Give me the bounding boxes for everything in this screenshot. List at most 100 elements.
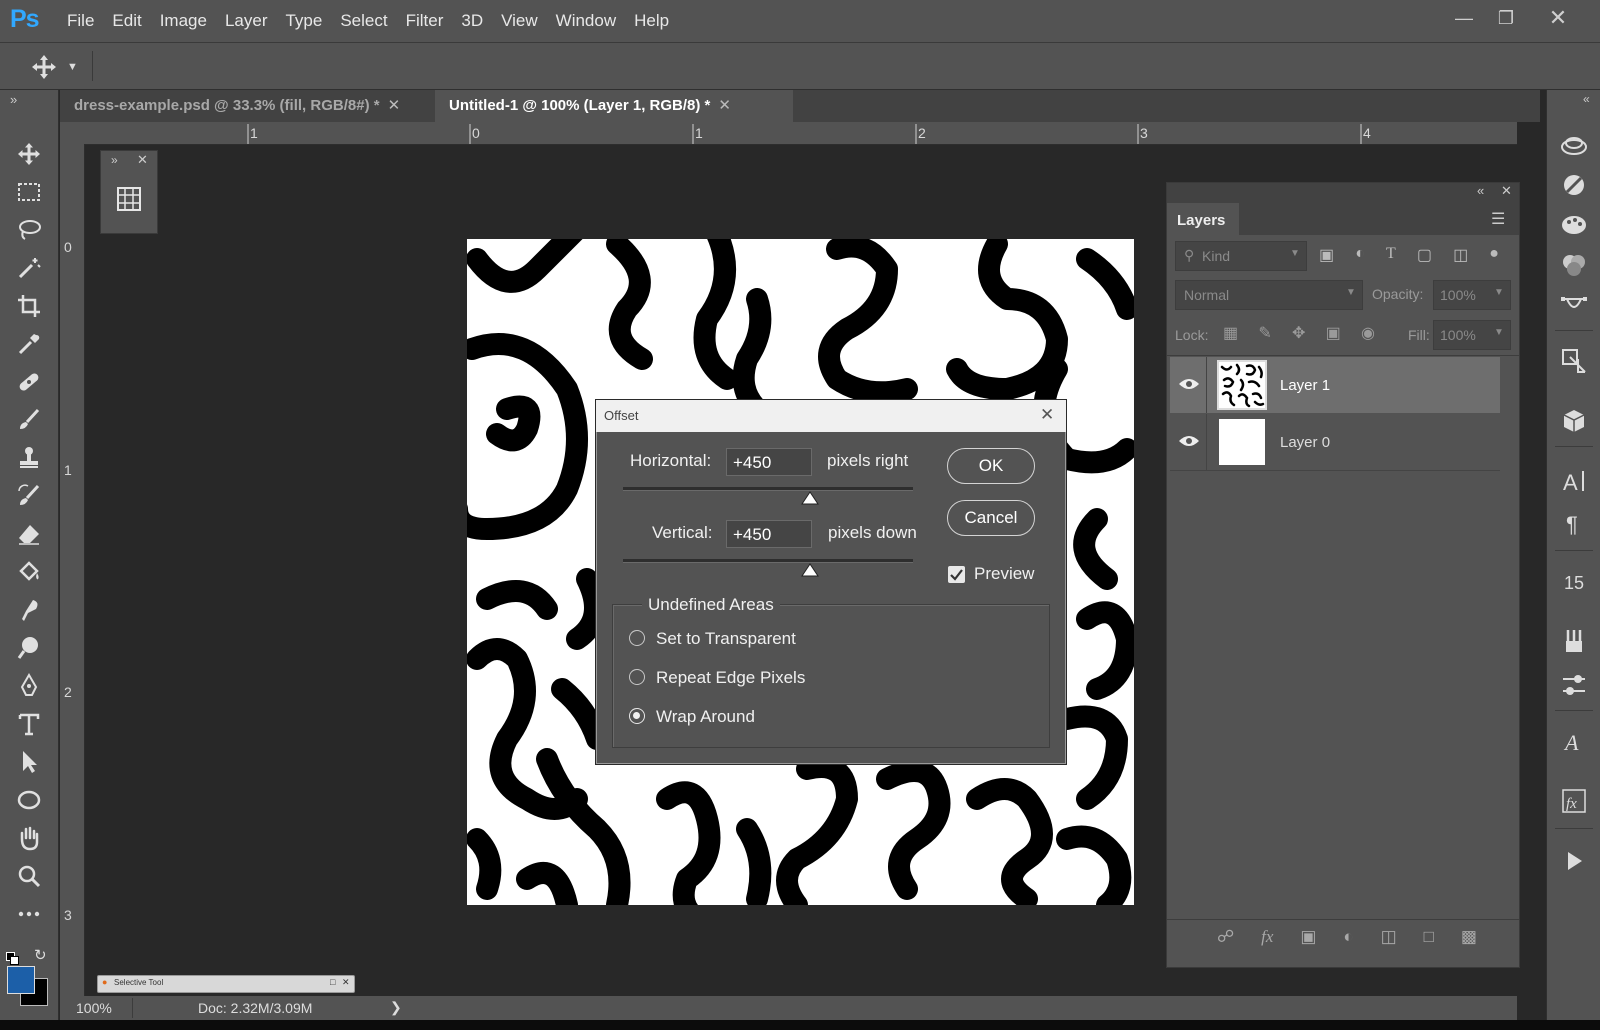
paragraph-icon[interactable]: ¶ [1547, 504, 1600, 542]
image-filter-icon[interactable]: ▣ [1319, 245, 1334, 267]
zoom-tool-icon[interactable] [0, 858, 58, 894]
opacity-input[interactable]: 100% ▼ [1433, 280, 1511, 310]
history-brush-tool-icon[interactable] [0, 478, 58, 514]
menu-view[interactable]: View [492, 0, 547, 42]
adjustment-filter-icon[interactable]: ◐ [1355, 245, 1365, 267]
radio-wrap-around[interactable] [629, 708, 645, 724]
collapse-icon[interactable]: « [1477, 183, 1484, 198]
adjustments-icon[interactable] [1547, 166, 1600, 204]
expand-toolbar-icon[interactable]: » [10, 92, 17, 107]
menu-edit[interactable]: Edit [103, 0, 150, 42]
paint-bucket-tool-icon[interactable] [0, 554, 58, 590]
lock-transparent-icon[interactable]: ▦ [1223, 323, 1238, 345]
lock-all-icon[interactable]: ◉ [1361, 323, 1375, 345]
menu-select[interactable]: Select [331, 0, 396, 42]
shape-filter-icon[interactable]: ▢ [1417, 245, 1432, 267]
magic-wand-tool-icon[interactable] [0, 250, 58, 286]
close-icon[interactable]: ✕ [137, 152, 148, 168]
vertical-input[interactable]: +450 [726, 520, 812, 548]
smart-object-filter-icon[interactable]: ◫ [1453, 245, 1468, 267]
radio-repeat-edge[interactable] [629, 669, 645, 685]
history-icon[interactable] [1547, 342, 1600, 380]
selective-tool-window[interactable]: ● Selective Tool □ ✕ [97, 975, 355, 993]
fill-input[interactable]: 100% ▼ [1433, 320, 1511, 350]
vertical-slider[interactable] [623, 559, 913, 563]
folder-icon[interactable]: ◫ [1381, 927, 1397, 951]
blend-mode-select[interactable]: Normal ▼ [1175, 280, 1363, 310]
horizontal-slider-thumb[interactable] [801, 491, 819, 507]
close-icon[interactable]: ✕ [1040, 405, 1054, 425]
zoom-level[interactable]: 100% [76, 1000, 112, 1016]
eyedropper-tool-icon[interactable] [0, 326, 58, 362]
tab-untitled-1[interactable]: Untitled-1 @ 100% (Layer 1, RGB/8) * ✕ [435, 90, 793, 122]
close-icon[interactable]: ✕ [342, 977, 350, 988]
type-filter-icon[interactable]: T [1386, 245, 1396, 267]
kind-filter-select[interactable]: ⚲ Kind ▼ [1175, 241, 1307, 271]
tab-dress-example[interactable]: dress-example.psd @ 33.3% (fill, RGB/8#)… [60, 90, 461, 122]
menu-layer[interactable]: Layer [216, 0, 277, 42]
actions-icon[interactable] [1547, 842, 1600, 880]
collapse-icon[interactable]: « [1583, 92, 1590, 106]
ok-button[interactable]: OK [947, 448, 1035, 484]
menu-image[interactable]: Image [151, 0, 216, 42]
cancel-button[interactable]: Cancel [947, 500, 1035, 536]
tab-layers[interactable]: Layers [1167, 203, 1239, 237]
crop-tool-icon[interactable] [0, 288, 58, 324]
fx-icon[interactable]: fx [1261, 927, 1273, 951]
lock-position-icon[interactable]: ✥ [1292, 323, 1305, 345]
close-icon[interactable]: ✕ [1501, 183, 1512, 199]
type-tool-icon[interactable] [0, 706, 58, 742]
ellipse-tool-icon[interactable] [0, 782, 58, 818]
marquee-tool-icon[interactable] [0, 174, 58, 210]
more-tools-icon[interactable] [0, 896, 58, 932]
3d-icon[interactable] [1547, 402, 1600, 440]
close-window-button[interactable]: ✕ [1540, 4, 1576, 32]
menu-window[interactable]: Window [547, 0, 625, 42]
swap-colors-icon[interactable]: ↻ [34, 946, 47, 964]
default-colors-icon[interactable] [6, 952, 19, 965]
eraser-tool-icon[interactable] [0, 516, 58, 552]
healing-brush-tool-icon[interactable] [0, 364, 58, 400]
move-tool-preset-icon[interactable] [30, 53, 58, 86]
dodge-tool-icon[interactable] [0, 630, 58, 666]
glyphs-icon[interactable]: 15 [1547, 562, 1600, 600]
brush-settings-icon[interactable] [1547, 666, 1600, 704]
hand-tool-icon[interactable] [0, 820, 58, 856]
menu-file[interactable]: File [58, 0, 103, 42]
trash-icon[interactable]: ▩ [1461, 927, 1477, 951]
eye-icon[interactable] [1178, 377, 1200, 391]
adjustment-layer-icon[interactable]: ◐ [1343, 927, 1353, 951]
filter-toggle-icon[interactable]: ● [1489, 245, 1499, 267]
menu-type[interactable]: Type [276, 0, 331, 42]
foreground-color-swatch[interactable] [7, 966, 35, 994]
expand-icon[interactable]: » [111, 153, 118, 167]
styles-icon[interactable]: fx [1547, 782, 1600, 820]
eye-icon[interactable] [1178, 434, 1200, 448]
paths-icon[interactable] [1547, 286, 1600, 324]
menu-help[interactable]: Help [625, 0, 678, 42]
layer-row-layer-1[interactable]: Layer 1 [1170, 357, 1500, 413]
grid-icon[interactable] [117, 187, 141, 216]
move-tool-icon[interactable] [0, 136, 58, 172]
swatches-icon[interactable] [1547, 206, 1600, 244]
channels-icon[interactable] [1547, 246, 1600, 284]
pen-tool-icon[interactable] [0, 668, 58, 704]
libraries-icon[interactable] [1547, 126, 1600, 164]
lock-artboard-icon[interactable]: ▣ [1326, 323, 1341, 345]
layer-row-layer-0[interactable]: Layer 0 [1170, 414, 1500, 471]
minimize-button[interactable]: — [1446, 4, 1482, 32]
character-styles-icon[interactable]: A [1547, 722, 1600, 760]
dialog-title-bar[interactable]: Offset ✕ [596, 400, 1066, 432]
character-icon[interactable]: A [1547, 462, 1600, 500]
preview-checkbox[interactable] [948, 566, 965, 583]
clone-stamp-tool-icon[interactable] [0, 440, 58, 476]
mask-icon[interactable]: ▣ [1300, 927, 1316, 951]
horizontal-slider[interactable] [623, 487, 913, 491]
lock-image-icon[interactable]: ✎ [1258, 323, 1271, 345]
link-icon[interactable]: ☍ [1217, 927, 1234, 951]
restore-icon[interactable]: □ [330, 977, 335, 987]
menu-filter[interactable]: Filter [397, 0, 453, 42]
brush-tool-icon[interactable] [0, 402, 58, 438]
status-menu-arrow[interactable]: ❯ [390, 999, 402, 1016]
menu-3d[interactable]: 3D [452, 0, 492, 42]
